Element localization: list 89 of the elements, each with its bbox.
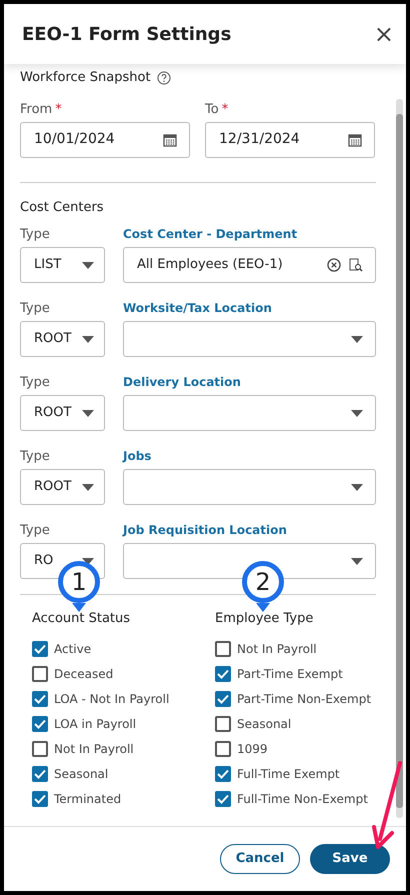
checkbox[interactable] [215,791,231,807]
close-button[interactable]: × [374,22,394,46]
type-select[interactable]: ROOT [20,469,105,505]
field-label: Job Requisition Location [123,522,288,539]
field-label: Jobs [123,448,152,465]
checkbox-row[interactable]: Seasonal [215,712,376,736]
checkbox[interactable] [32,691,48,707]
calendar-icon [348,132,362,146]
checkbox[interactable] [32,666,48,682]
caret-icon [82,410,94,416]
checkbox-row[interactable]: LOA - Not In Payroll [32,686,215,712]
checkbox-row[interactable]: 1099 [215,736,376,762]
type-select[interactable]: ROOT [20,395,105,431]
caret-icon [82,262,94,268]
checkbox[interactable] [215,766,231,782]
date-field[interactable]: 10/01/2024 [20,122,190,158]
checkbox[interactable] [215,691,231,707]
field-label: Type [20,300,51,317]
section-title: Cost Centers [20,198,105,216]
select-field[interactable] [123,469,376,505]
field-label: Type [20,226,51,243]
lookup-field[interactable]: All Employees (EEO-1) [123,247,376,283]
arrow-icon [372,761,404,849]
checkbox-label: LOA - Not In Payroll [54,691,170,708]
clear-icon[interactable] [327,258,341,272]
checkbox-label: Active [54,641,92,658]
field-label: Type [20,448,51,465]
checkbox-row[interactable]: LOA in Payroll [32,712,215,736]
required-mark: * [55,100,62,118]
checkbox-row[interactable]: Part-Time Non-Exempt [215,686,376,712]
type-select[interactable]: LIST [20,247,105,283]
checkbox-row[interactable]: Not In Payroll [215,636,376,662]
checkbox-label: Full-Time Non-Exempt [237,791,368,808]
field-label: To [205,100,219,118]
field-label: Cost Center - Department [123,226,298,243]
checkbox[interactable] [215,641,231,657]
caret-icon [351,558,363,564]
field-label: Worksite/Tax Location [123,300,273,317]
caret-icon [351,410,363,416]
checkbox-label: Seasonal [237,716,292,733]
checkbox-label: Part-Time Non-Exempt [237,691,372,708]
checkbox[interactable] [215,666,231,682]
checkbox-label: Part-Time Exempt [237,666,343,683]
field-label: Type [20,522,51,539]
help-icon [156,70,171,85]
checkbox[interactable] [32,766,48,782]
checkbox[interactable] [32,741,48,757]
group-title: Account Status [32,610,132,628]
checkbox[interactable] [32,641,48,657]
select-field[interactable] [123,321,376,357]
caret-icon [351,336,363,342]
checkbox[interactable] [32,716,48,732]
checkbox-label: Not In Payroll [237,641,317,658]
caret-icon [82,484,94,490]
checkbox[interactable] [215,741,231,757]
section-title: Workforce Snapshot [20,69,151,87]
checkbox-row[interactable]: Full-Time Non-Exempt [215,786,376,812]
checkbox[interactable] [215,716,231,732]
required-mark: * [222,100,228,118]
checkbox-row[interactable]: Terminated [32,786,215,812]
checkbox-row[interactable]: Deceased [32,662,215,686]
checkbox-row[interactable]: Full-Time Exempt [215,762,376,786]
checkbox[interactable] [32,791,48,807]
calendar-icon [163,132,177,146]
field-label: Type [20,374,51,391]
checkbox-label: Seasonal [54,766,108,783]
cancel-button[interactable]: Cancel [220,844,300,874]
dialog-title: EEO-1 Form Settings [22,22,232,46]
field-label: Delivery Location [123,374,242,391]
checkbox-label: Not In Payroll [54,741,134,758]
caret-icon [82,336,94,342]
checkbox-label: 1099 [237,741,268,758]
group-title: Employee Type [215,610,314,628]
select-field[interactable] [123,395,376,431]
checkbox-label: Full-Time Exempt [237,766,340,783]
type-select[interactable]: ROOT [20,321,105,357]
caret-icon [351,484,363,490]
checkbox-row[interactable]: Not In Payroll [32,736,215,762]
save-button[interactable]: Save [310,844,390,874]
scrollbar[interactable] [396,99,403,818]
checkbox-row[interactable]: Active [32,636,215,662]
field-label: From [20,100,52,118]
lookup-icon[interactable] [349,258,363,272]
checkbox-row[interactable]: Seasonal [32,762,215,786]
date-field[interactable]: 12/31/2024 [205,122,375,158]
checkbox-row[interactable]: Part-Time Exempt [215,662,376,686]
checkbox-label: Terminated [54,791,122,808]
checkbox-label: Deceased [54,666,114,683]
checkbox-label: LOA in Payroll [54,716,136,733]
